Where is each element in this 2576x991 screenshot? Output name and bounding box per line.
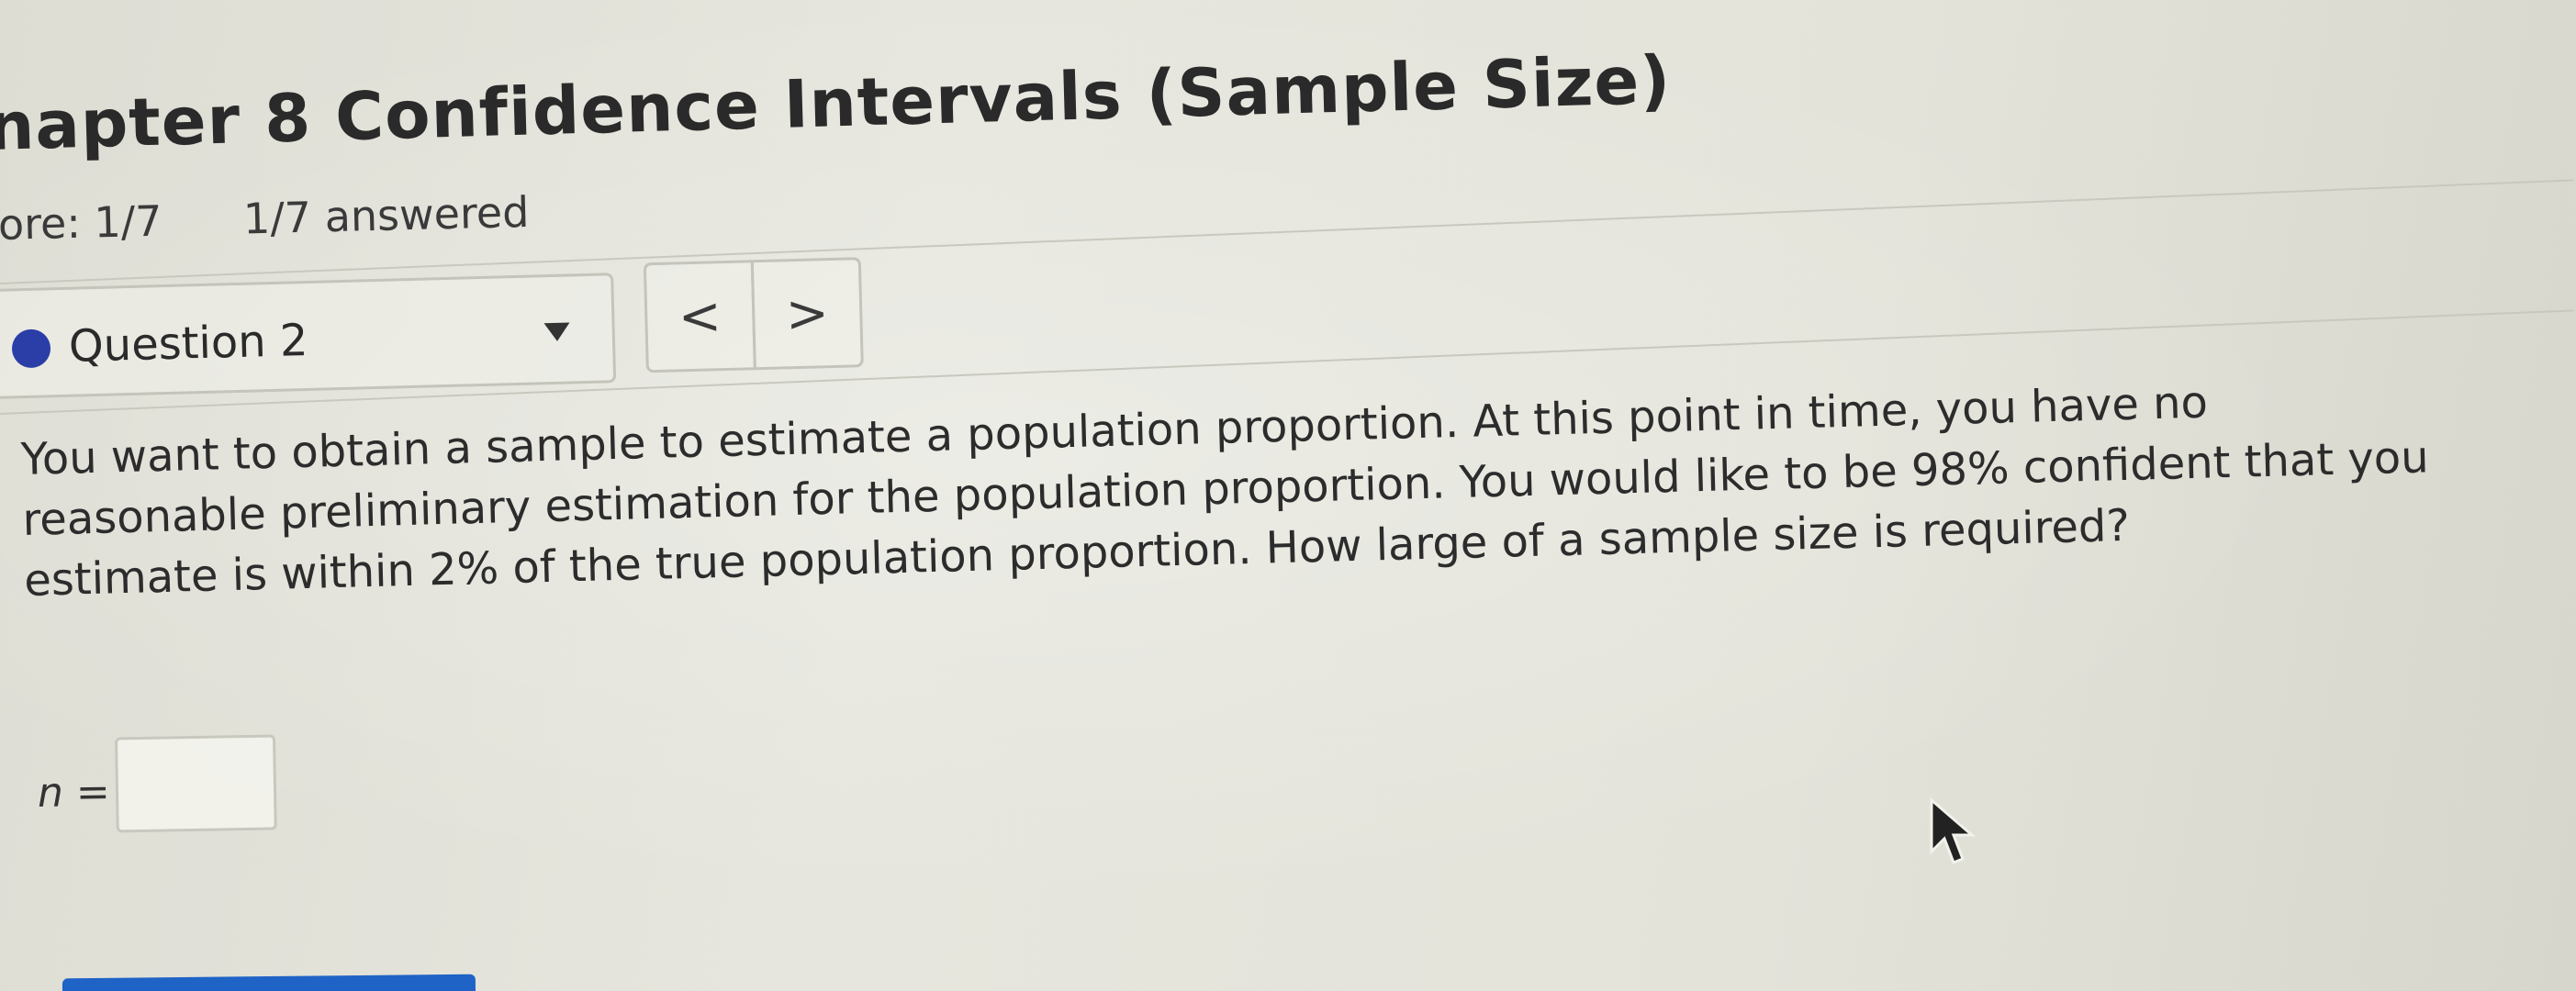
question-navigation: Question 2 < > (0, 256, 892, 418)
sample-size-input[interactable] (114, 734, 277, 833)
question-select-label: Question 2 (68, 314, 309, 373)
next-question-button[interactable]: > (750, 257, 864, 371)
score-line: ore: 1/7 1/7 answered (0, 187, 530, 250)
answer-label: n = (37, 768, 111, 817)
previous-question-button[interactable]: < (643, 260, 756, 373)
answered-count: 1/7 answered (242, 186, 530, 244)
answer-row: n = (37, 734, 314, 849)
submit-button[interactable] (62, 974, 476, 991)
question-select[interactable]: Question 2 (0, 273, 617, 399)
triangle-down-icon (543, 322, 570, 342)
page-title: napter 8 Confidence Intervals (Sample Si… (0, 40, 1673, 165)
question-status-dot (11, 328, 51, 369)
mouse-pointer-icon (1930, 796, 1977, 864)
score-text: ore: 1/7 (0, 195, 163, 250)
